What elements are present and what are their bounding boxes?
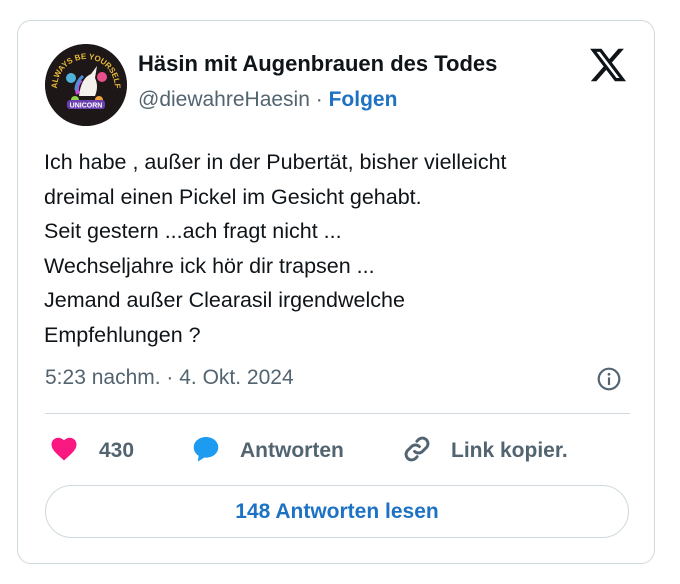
reply-button[interactable]: Antworten — [190, 431, 344, 471]
separator-dot: · — [315, 88, 323, 111]
author-display-name[interactable]: Häsin mit Augenbrauen des Todes — [138, 51, 497, 77]
tweet-text-line: Empfehlungen ? — [44, 322, 201, 347]
info-icon[interactable] — [596, 366, 622, 392]
like-button[interactable]: 430 — [49, 431, 134, 471]
reply-bubble-icon — [190, 433, 222, 470]
tweet-text-line: Wechseljahre ick hör dir trapsen ... — [44, 253, 375, 278]
heart-icon — [49, 434, 79, 469]
divider — [45, 413, 630, 414]
tweet-timestamp[interactable]: 5:23 nachm. · 4. Okt. 2024 — [45, 366, 294, 390]
follow-button[interactable]: Folgen — [329, 88, 398, 111]
reply-label: Antworten — [240, 439, 344, 462]
tweet-text-line: Jemand außer Clearasil irgendwelche — [44, 288, 405, 312]
copy-link-button[interactable]: Link kopier. — [401, 431, 568, 471]
copy-link-label: Link kopier. — [451, 439, 568, 462]
tweet-text-line: Seit gestern ...ach fragt nicht ... — [44, 219, 342, 243]
avatar-unicorn-text: UNICORN — [70, 103, 103, 110]
author-handle[interactable]: @diewahreHaesin — [138, 88, 310, 111]
tweet-text-line: dreimal einen Pickel im Gesicht gehabt. — [44, 184, 422, 209]
read-replies-label: 148 Antworten lesen — [235, 499, 439, 523]
unicorn-avatar-image: ALWAYS BE YOURSELF UNICORN — [45, 44, 127, 126]
handle-row: @diewahreHaesin · Folgen — [138, 88, 397, 112]
tweet-card: ALWAYS BE YOURSELF UNICORN Häsin mit Aug… — [17, 20, 655, 564]
tweet-text: Ich habe , außer in der Pubertät, bisher… — [44, 145, 634, 352]
action-bar: 430 Antworten Link kopier. — [18, 431, 656, 471]
read-replies-button[interactable]: 148 Antworten lesen — [45, 485, 629, 538]
x-logo-icon[interactable] — [588, 45, 628, 85]
avatar[interactable]: ALWAYS BE YOURSELF UNICORN — [45, 44, 127, 126]
tweet-text-line: Ich habe , außer in der Pubertät, bisher… — [44, 150, 507, 174]
link-icon — [401, 433, 433, 470]
like-count: 430 — [99, 439, 135, 462]
